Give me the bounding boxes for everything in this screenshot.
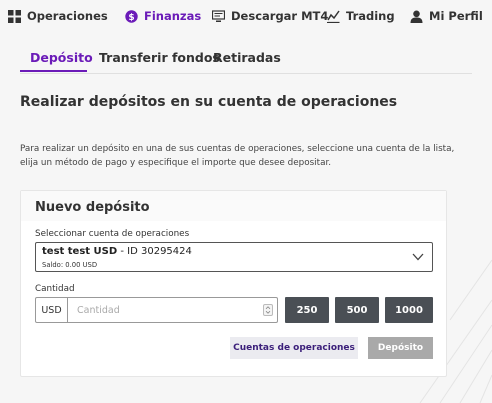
tab-retiradas[interactable]: Retiradas — [213, 50, 281, 65]
amount-field-group: USD — [35, 297, 278, 323]
account-select-label: Seleccionar cuenta de operaciones — [35, 229, 190, 239]
currency-prefix: USD — [36, 298, 68, 322]
active-tab-indicator — [20, 70, 87, 72]
tab-transferir-fondos[interactable]: Transferir fondos — [99, 50, 220, 65]
account-select[interactable]: test test USD - ID 30295424 Saldo: 0.00 … — [35, 242, 433, 272]
page-description: Para realizar un depósito en una de sus … — [20, 144, 455, 168]
nav-item-mi-perfil[interactable]: Mi Perfil — [410, 9, 483, 23]
quick-amount-500-button[interactable]: 500 — [335, 297, 379, 323]
nav-item-trading[interactable]: Trading — [327, 9, 395, 23]
deposit-submit-button[interactable]: Depósito — [368, 337, 433, 359]
quick-amount-1000-button[interactable]: 1000 — [385, 297, 433, 323]
quick-amount-250-button[interactable]: 250 — [285, 297, 329, 323]
card-title: Nuevo depósito — [35, 200, 150, 215]
nav-item-finanzas[interactable]: $ Finanzas — [125, 9, 201, 23]
amount-label: Cantidad — [35, 284, 75, 294]
nav-label-descargar-mt4: Descargar MT4 — [231, 9, 329, 23]
dollar-circle-icon: $ — [125, 9, 138, 23]
page-title: Realizar depósitos en su cuenta de opera… — [20, 94, 398, 110]
trading-accounts-button[interactable]: Cuentas de operaciones — [230, 337, 358, 359]
nav-item-descargar-mt4[interactable]: Descargar MT4 — [212, 9, 328, 23]
top-navigation: Operaciones $ Finanzas Descargar MT4 Tra… — [0, 0, 492, 34]
nav-item-operaciones[interactable]: Operaciones — [8, 9, 108, 23]
nav-label-operaciones: Operaciones — [27, 9, 108, 23]
user-icon — [410, 10, 423, 23]
selected-account: test test USD - ID 30295424 — [42, 246, 192, 257]
account-name: test test USD — [42, 246, 118, 257]
card-header: Nuevo depósito — [21, 191, 446, 221]
nav-label-finanzas: Finanzas — [144, 9, 202, 23]
account-id: - ID 30295424 — [117, 246, 192, 257]
monitor-icon — [212, 9, 225, 22]
new-deposit-card: Nuevo depósito Seleccionar cuenta de ope… — [20, 190, 447, 377]
tab-divider — [20, 73, 472, 74]
number-spinner-icon[interactable] — [263, 304, 273, 316]
amount-input[interactable] — [69, 298, 259, 322]
grid-icon — [8, 9, 21, 23]
chevron-down-icon — [412, 253, 424, 261]
tab-deposito[interactable]: Depósito — [30, 50, 93, 65]
nav-label-trading: Trading — [346, 9, 395, 23]
svg-text:$: $ — [128, 13, 134, 23]
account-balance: Saldo: 0.00 USD — [42, 261, 98, 269]
chart-icon — [327, 10, 340, 23]
nav-label-mi-perfil: Mi Perfil — [429, 9, 483, 23]
